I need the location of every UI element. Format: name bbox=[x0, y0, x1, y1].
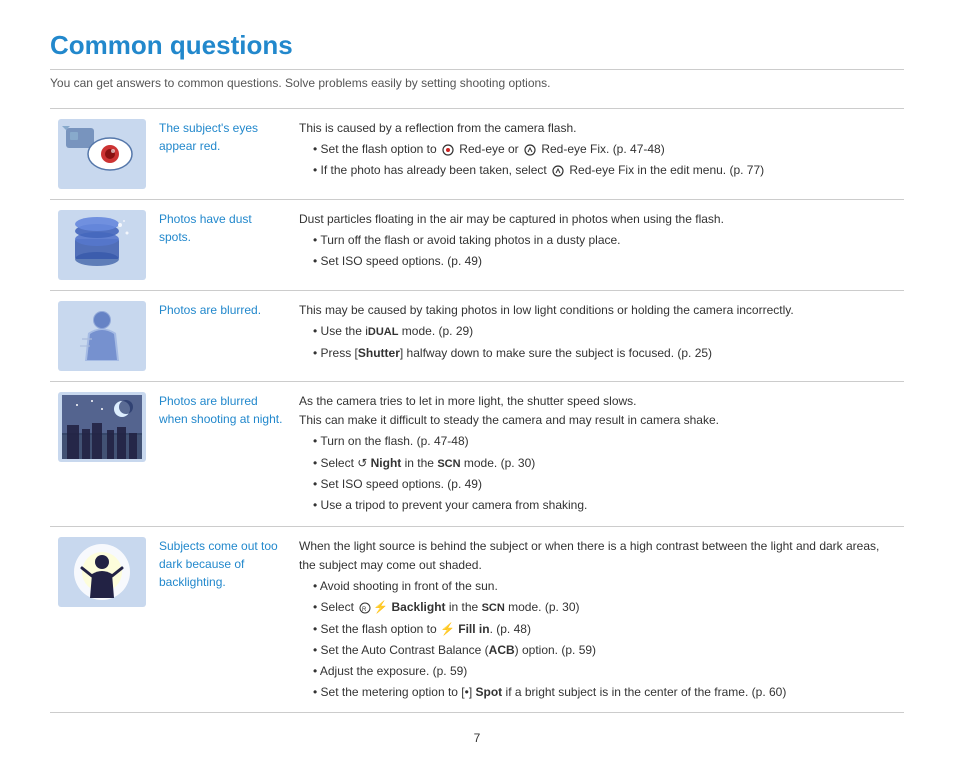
row-image bbox=[50, 200, 151, 291]
row-desc: When the light source is behind the subj… bbox=[291, 526, 904, 713]
row-label: Photos are blurred. bbox=[151, 291, 291, 382]
row-label: Photos have dust spots. bbox=[151, 200, 291, 291]
page-subtitle: You can get answers to common questions.… bbox=[50, 76, 904, 90]
row-image bbox=[50, 291, 151, 382]
row-desc: This may be caused by taking photos in l… bbox=[291, 291, 904, 382]
table-row: The subject's eyes appear red. This is c… bbox=[50, 109, 904, 200]
row-image bbox=[50, 109, 151, 200]
table-row: Subjects come out too dark because of ba… bbox=[50, 526, 904, 713]
row-desc: This is caused by a reflection from the … bbox=[291, 109, 904, 200]
page-number: 7 bbox=[50, 731, 904, 745]
row-desc: Dust particles floating in the air may b… bbox=[291, 200, 904, 291]
table-row: Photos have dust spots. Dust particles f… bbox=[50, 200, 904, 291]
table-row: Photos are blurred. This may be caused b… bbox=[50, 291, 904, 382]
row-label: Subjects come out too dark because of ba… bbox=[151, 526, 291, 713]
svg-text:R: R bbox=[362, 607, 367, 613]
row-desc: As the camera tries to let in more light… bbox=[291, 382, 904, 527]
row-image bbox=[50, 382, 151, 527]
row-label: The subject's eyes appear red. bbox=[151, 109, 291, 200]
row-image bbox=[50, 526, 151, 713]
row-label: Photos are blurred when shooting at nigh… bbox=[151, 382, 291, 527]
table-row: Photos are blurred when shooting at nigh… bbox=[50, 382, 904, 527]
faq-table: The subject's eyes appear red. This is c… bbox=[50, 108, 904, 713]
page-title: Common questions bbox=[50, 30, 904, 70]
